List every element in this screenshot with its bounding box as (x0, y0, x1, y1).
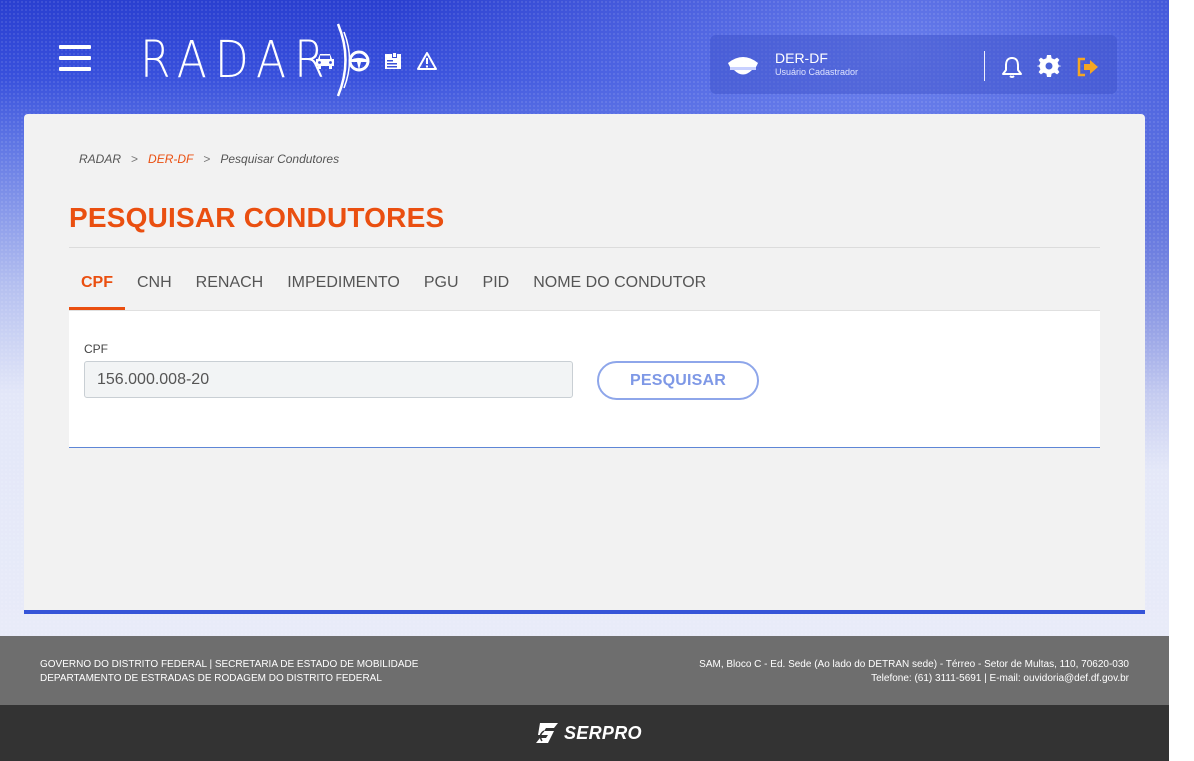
header-shortcuts (313, 50, 439, 72)
user-name: DER-DF (775, 50, 828, 66)
user-panel: DER-DF Usuário Cadastrador (710, 35, 1117, 94)
steering-wheel-icon[interactable] (347, 50, 371, 72)
breadcrumb-der-df[interactable]: DER-DF (148, 152, 193, 166)
tab-renach[interactable]: RENACH (184, 264, 276, 310)
document-stamp-icon[interactable] (381, 50, 405, 72)
footer-right-line-2: Telefone: (61) 3111-5691 | E-mail: ouvid… (871, 673, 1129, 684)
serpro-logo: SERPRO (534, 719, 642, 747)
cpf-label: CPF (84, 342, 108, 356)
page-title: PESQUISAR CONDUTORES (69, 202, 445, 233)
footer-contact: SAM, Bloco C - Ed. Sede (Ao lado do DETR… (699, 658, 1129, 686)
menu-icon[interactable] (59, 45, 91, 73)
tab-cnh[interactable]: CNH (125, 264, 184, 310)
header: RADAR DER-DF Usuário Cadastrador (0, 0, 1169, 114)
breadcrumb-current: Pesquisar Condutores (220, 152, 340, 166)
main-card: RADAR > DER-DF > Pesquisar Condutores PE… (24, 114, 1145, 614)
car-icon[interactable] (313, 50, 337, 72)
warning-icon[interactable] (415, 50, 439, 72)
logout-icon[interactable] (1076, 56, 1100, 78)
footer-right-line-1: SAM, Bloco C - Ed. Sede (Ao lado do DETR… (699, 659, 1129, 670)
breadcrumb: RADAR > DER-DF > Pesquisar Condutores (79, 152, 339, 166)
title-divider (69, 247, 1100, 248)
serpro-swirl-icon (536, 723, 558, 743)
cpf-input[interactable] (84, 361, 573, 398)
footer-left-line-2: DEPARTAMENTO DE ESTRADAS DE RODAGEM DO D… (40, 673, 382, 684)
divider (984, 51, 985, 81)
tab-cpf[interactable]: CPF (69, 264, 125, 310)
search-panel: CPF PESQUISAR (69, 310, 1100, 448)
search-tabs: CPF CNH RENACH IMPEDIMENTO PGU PID NOME … (69, 264, 718, 310)
right-margin (1169, 0, 1194, 761)
bell-icon[interactable] (1000, 55, 1024, 79)
user-role: Usuário Cadastrador (775, 67, 859, 77)
footer-brand-bar: SERPRO (0, 705, 1169, 761)
officer-cap-avatar-icon (728, 57, 758, 75)
tab-nome-do-condutor[interactable]: NOME DO CONDUTOR (521, 264, 718, 310)
serpro-text: SERPRO (564, 722, 642, 743)
tab-impedimento[interactable]: IMPEDIMENTO (275, 264, 412, 310)
breadcrumb-separator: > (203, 152, 211, 166)
tab-pgu[interactable]: PGU (412, 264, 471, 310)
breadcrumb-separator: > (131, 152, 139, 166)
search-button[interactable]: PESQUISAR (597, 361, 759, 400)
tab-pid[interactable]: PID (471, 264, 522, 310)
logo-text: RADAR (140, 30, 333, 90)
breadcrumb-radar[interactable]: RADAR (79, 152, 121, 166)
footer-left-line-1: GOVERNO DO DISTRITO FEDERAL | SECRETARIA… (40, 659, 419, 670)
footer-institution: GOVERNO DO DISTRITO FEDERAL | SECRETARIA… (40, 658, 418, 686)
gear-icon[interactable] (1037, 54, 1061, 78)
footer: GOVERNO DO DISTRITO FEDERAL | SECRETARIA… (0, 636, 1169, 705)
